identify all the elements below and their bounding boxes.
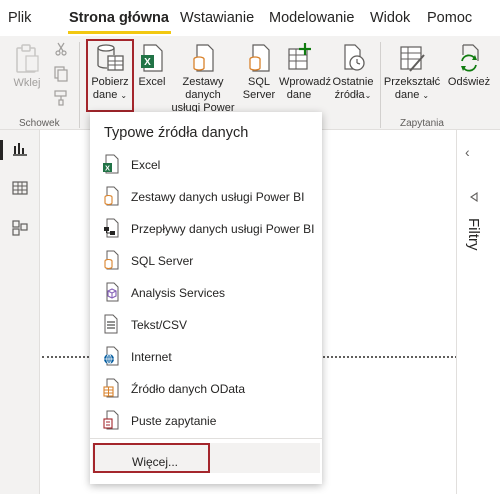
ribbon-separator bbox=[79, 42, 80, 128]
tab-plik[interactable]: Plik bbox=[8, 10, 31, 26]
transform-data-button[interactable]: Przekształć dane ⌄ bbox=[383, 43, 441, 102]
svg-text:X: X bbox=[144, 57, 151, 68]
scissors-icon[interactable] bbox=[54, 42, 68, 56]
menu-item-label: SQL Server bbox=[131, 254, 194, 268]
refresh-label: Odśwież bbox=[447, 76, 491, 88]
menu-item-powerbi-datasets[interactable]: Zestawy danych usługi Power BI bbox=[102, 185, 322, 209]
ribbon-separator bbox=[380, 42, 381, 128]
powerbi-datasets-label-1: Zestawy danych bbox=[182, 76, 224, 101]
active-view-indicator bbox=[0, 140, 3, 160]
active-tab-indicator bbox=[68, 31, 171, 34]
filters-label[interactable]: Filtry bbox=[465, 218, 482, 251]
clock-icon bbox=[344, 44, 365, 71]
sql-server-icon bbox=[249, 44, 270, 72]
tab-modelowanie[interactable]: Modelowanie bbox=[269, 10, 354, 26]
menu-item-powerbi-dataflows[interactable]: Przepływy danych usługi Power BI bbox=[102, 217, 322, 241]
sql-server-button[interactable]: SQL Server bbox=[241, 43, 277, 102]
menu-item-label: Analysis Services bbox=[131, 286, 226, 300]
transform-label-2: dane bbox=[394, 89, 420, 101]
text-file-icon bbox=[104, 314, 118, 334]
menu-separator bbox=[90, 438, 322, 439]
menu-item-label: Excel bbox=[131, 158, 161, 172]
menu-item-sql-server[interactable]: SQL Server bbox=[102, 249, 322, 273]
paste-button[interactable]: Wklej bbox=[10, 44, 44, 90]
filter-triangle-icon bbox=[470, 192, 478, 202]
transform-icon bbox=[400, 46, 425, 72]
enter-data-button[interactable]: Wprowadź dane bbox=[279, 43, 331, 102]
format-painter-icon[interactable] bbox=[54, 90, 68, 106]
tab-strona-glowna[interactable]: Strona główna bbox=[69, 10, 169, 26]
paste-label: Wklej bbox=[13, 77, 41, 89]
menu-item-analysis-services[interactable]: Analysis Services bbox=[102, 281, 322, 305]
chevron-down-icon: ⌄ bbox=[364, 91, 372, 100]
excel-button[interactable]: X Excel bbox=[137, 43, 167, 89]
enter-data-label-2: dane bbox=[286, 89, 312, 101]
model-view-icon[interactable] bbox=[12, 220, 28, 236]
report-view-icon[interactable] bbox=[12, 142, 28, 156]
globe-icon bbox=[104, 346, 119, 366]
transform-label-1: Przekształć bbox=[383, 76, 441, 88]
chevron-left-icon[interactable]: ‹ bbox=[465, 144, 470, 160]
tab-widok[interactable]: Widok bbox=[370, 10, 410, 26]
sql-server-label-1: SQL bbox=[247, 76, 270, 88]
refresh-button[interactable]: Odśwież bbox=[446, 43, 492, 89]
menu-item-label: Internet bbox=[131, 350, 172, 364]
excel-icon: X bbox=[103, 154, 119, 174]
table-plus-icon bbox=[288, 43, 311, 70]
menu-item-label: Zestawy danych usługi Power BI bbox=[131, 190, 305, 204]
clipboard-icon bbox=[16, 44, 39, 73]
menu-item-label: Puste zapytanie bbox=[131, 414, 217, 428]
tab-wstawianie[interactable]: Wstawianie bbox=[180, 10, 254, 26]
group-label-queries: Zapytania bbox=[400, 118, 444, 129]
odata-icon bbox=[103, 378, 119, 398]
chevron-down-icon: ⌄ bbox=[422, 91, 430, 100]
menu-item-odata[interactable]: Źródło danych OData bbox=[102, 377, 322, 401]
more-highlight-box bbox=[93, 443, 210, 473]
ribbon-tabs: Plik Strona główna Wstawianie Modelowani… bbox=[0, 0, 500, 36]
enter-data-label-1: Wprowadź bbox=[279, 76, 331, 88]
blank-query-icon bbox=[103, 410, 119, 430]
filters-pane bbox=[456, 130, 500, 494]
menu-item-label: Przepływy danych usługi Power BI bbox=[131, 222, 315, 236]
menu-item-blank-query[interactable]: Puste zapytanie bbox=[102, 409, 322, 433]
dataflow-icon bbox=[104, 218, 119, 238]
data-view-icon[interactable] bbox=[12, 181, 28, 195]
dataset-icon bbox=[193, 44, 214, 72]
get-data-dropdown: Typowe źródła danych X Excel Zestawy dan… bbox=[90, 112, 322, 484]
recent-sources-label-1: Ostatnie bbox=[332, 76, 374, 88]
refresh-icon bbox=[461, 44, 479, 72]
recent-sources-label-2: źródła bbox=[334, 89, 365, 101]
menu-item-label: Źródło danych OData bbox=[131, 382, 246, 396]
cube-icon bbox=[106, 282, 119, 302]
dataset-icon bbox=[104, 186, 119, 206]
menu-item-label: Tekst/CSV bbox=[131, 318, 188, 332]
sql-server-label-2: Server bbox=[242, 89, 276, 101]
menu-title: Typowe źródła danych bbox=[104, 125, 249, 141]
excel-label: Excel bbox=[138, 76, 166, 88]
menu-item-internet[interactable]: Internet bbox=[102, 345, 322, 369]
recent-sources-button[interactable]: Ostatnie źródła⌄ bbox=[329, 43, 377, 102]
menu-item-text-csv[interactable]: Tekst/CSV bbox=[102, 313, 322, 337]
tab-pomoc[interactable]: Pomoc bbox=[427, 10, 472, 26]
menu-item-excel[interactable]: X Excel bbox=[102, 153, 322, 177]
svg-text:X: X bbox=[105, 164, 110, 173]
copy-icon[interactable] bbox=[54, 66, 68, 82]
excel-icon: X bbox=[141, 44, 163, 72]
get-data-highlight-box bbox=[86, 39, 134, 112]
sql-server-icon bbox=[104, 250, 119, 270]
group-label-clipboard: Schowek bbox=[19, 118, 60, 129]
